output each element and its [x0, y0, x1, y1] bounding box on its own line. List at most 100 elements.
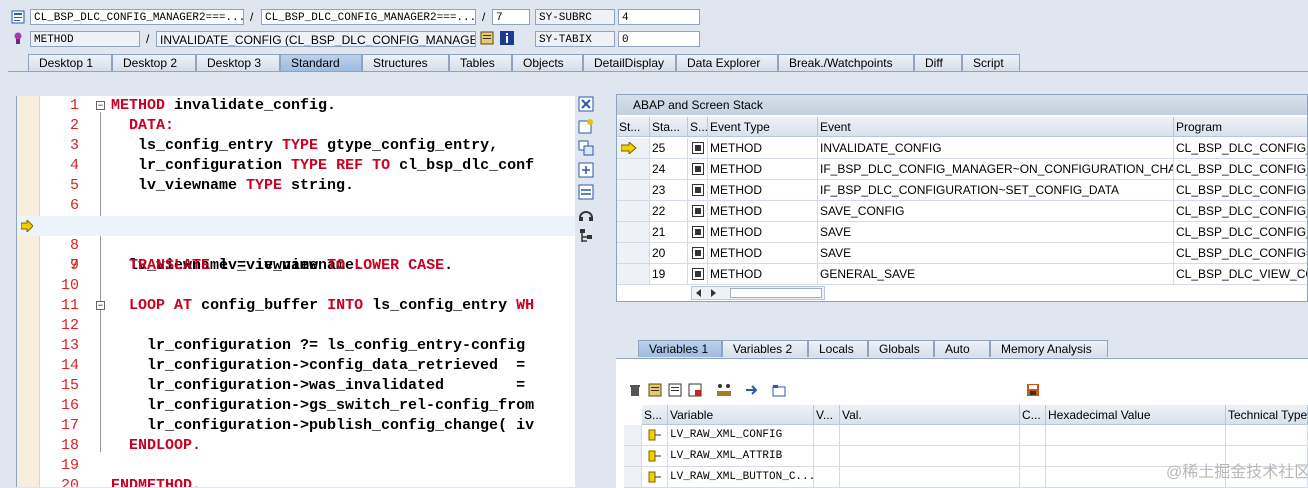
save-vars-icon[interactable]: [688, 383, 702, 397]
hierarchy-icon[interactable]: [716, 383, 732, 397]
line-number: 14: [60, 357, 79, 374]
close-icon[interactable]: [578, 96, 594, 112]
code-editor[interactable]: 1− METHOD invalidate_config. 2 DATA: 3 ls…: [16, 96, 575, 487]
row-event-type: METHOD: [708, 201, 818, 222]
col-header-program[interactable]: Program: [1174, 117, 1307, 137]
program-field-1[interactable]: CL_BSP_DLC_CONFIG_MANAGER2===...: [30, 9, 244, 25]
keyword: LOWER: [354, 257, 400, 274]
tab-breakpoints[interactable]: Break./Watchpoints: [778, 54, 914, 71]
tab-tables[interactable]: Tables: [449, 54, 512, 71]
var-col-hex[interactable]: Hexadecimal Value: [1046, 405, 1226, 425]
keyword: WH: [516, 297, 535, 314]
tab-locals[interactable]: Locals: [808, 340, 868, 357]
code-text: METHOD invalidate_config.: [111, 97, 337, 114]
tab-variables-1[interactable]: Variables 1: [638, 340, 722, 357]
row-selector[interactable]: [624, 425, 642, 446]
stack-scrollbar[interactable]: [691, 286, 825, 300]
code-line: 5 lv_viewname TYPE string.: [17, 176, 575, 196]
var-col-value[interactable]: Val.: [840, 405, 1020, 425]
event-name-field[interactable]: INVALIDATE_CONFIG (CL_BSP_DLC_CONFIG_MAN…: [156, 31, 476, 47]
fold-toggle[interactable]: −: [96, 101, 105, 110]
abap-stack-panel: ABAP and Screen Stack St... Sta... S... …: [616, 94, 1308, 302]
var-name: LV_RAW_XML_CONFIG: [668, 425, 814, 446]
navigate-icon[interactable]: [744, 383, 760, 397]
tab-auto[interactable]: Auto: [934, 340, 990, 357]
tab-desktop-1[interactable]: Desktop 1: [28, 54, 112, 71]
code-line: 10: [17, 276, 575, 296]
row-event-type: METHOD: [708, 180, 818, 201]
row-state-cell: [617, 180, 650, 201]
keyword: ENDMETHOD: [111, 477, 193, 487]
scroll-thumb[interactable]: [730, 288, 822, 298]
folder-icon[interactable]: [772, 383, 786, 397]
tab-objects[interactable]: Objects: [512, 54, 583, 71]
row-level: 22: [650, 201, 688, 222]
line-number: 8: [69, 237, 79, 254]
col-header-level[interactable]: Sta...: [650, 117, 688, 137]
scroll-left-icon[interactable]: [694, 288, 704, 298]
line-number: 6: [69, 197, 79, 214]
line-number: 13: [60, 337, 79, 354]
var-col-c[interactable]: C...: [1020, 405, 1046, 425]
tab-memory-analysis[interactable]: Memory Analysis: [990, 340, 1108, 357]
tree-icon[interactable]: [578, 228, 594, 244]
var-col-status[interactable]: S...: [642, 405, 668, 425]
var-col-variable[interactable]: Variable: [668, 405, 814, 425]
info-icon[interactable]: [500, 31, 514, 45]
tab-globals[interactable]: Globals: [868, 340, 934, 357]
row-level: 25: [650, 138, 688, 159]
var-v: [814, 467, 840, 488]
services-icon[interactable]: [578, 206, 594, 222]
current-code-line: 7 lv_viewname = iv_viewname.: [17, 216, 575, 274]
import-icon[interactable]: [648, 383, 662, 397]
col-header-event[interactable]: Event: [818, 117, 1174, 137]
line-number: 11: [60, 297, 79, 314]
var-col-v[interactable]: V...: [814, 405, 840, 425]
new-tool-icon[interactable]: [578, 118, 594, 134]
row-selector[interactable]: [624, 446, 642, 467]
code-line: 15 lr_configuration->was_invalidated =: [17, 376, 575, 396]
row-method-icon-cell: [688, 180, 708, 201]
program-field-2[interactable]: CL_BSP_DLC_CONFIG_MANAGER2===...: [261, 9, 476, 25]
tab-structures[interactable]: Structures: [362, 54, 449, 71]
disk-icon[interactable]: [1026, 383, 1040, 397]
tab-standard[interactable]: Standard: [280, 54, 362, 71]
var-v: [814, 425, 840, 446]
var-v: [814, 446, 840, 467]
sys-val-field-1[interactable]: 4: [618, 9, 700, 25]
tab-variables-2[interactable]: Variables 2: [722, 340, 808, 357]
tab-desktop-3[interactable]: Desktop 3: [196, 54, 280, 71]
col-header-event-type[interactable]: Event Type: [708, 117, 818, 137]
keyword: CASE: [408, 257, 445, 274]
row-program: CL_BSP_DLC_CONFIG_O: [1174, 222, 1307, 243]
delete-icon[interactable]: [628, 383, 642, 397]
sys-var-field-2[interactable]: SY-TABIX: [535, 31, 615, 47]
var-col-technical-type[interactable]: Technical Type: [1226, 405, 1308, 425]
method-type-icon: [692, 205, 704, 217]
row-selector[interactable]: [624, 467, 642, 488]
event-type-field[interactable]: METHOD: [30, 31, 140, 47]
replace-tool-icon[interactable]: [578, 140, 594, 156]
scroll-right-icon[interactable]: [708, 288, 718, 298]
row-event: IF_BSP_DLC_CONFIG_MANAGER~ON_CONFIGURATI…: [818, 159, 1174, 180]
swap-icon[interactable]: [578, 184, 594, 200]
tab-detail-display[interactable]: DetailDisplay: [583, 54, 676, 71]
source-icon[interactable]: [480, 31, 494, 45]
tab-data-explorer[interactable]: Data Explorer: [676, 54, 778, 71]
maximize-icon[interactable]: [578, 162, 594, 178]
method-type-icon: [692, 184, 704, 196]
col-header-state[interactable]: St...: [617, 117, 650, 137]
sys-val-field-2[interactable]: 0: [618, 31, 700, 47]
sys-var-field-1[interactable]: SY-SUBRC: [535, 9, 615, 25]
fold-toggle[interactable]: −: [96, 301, 105, 310]
tab-desktop-2[interactable]: Desktop 2: [112, 54, 196, 71]
tab-script[interactable]: Script: [962, 54, 1020, 71]
code-line: 18 ENDLOOP.: [17, 436, 575, 456]
line-number: 19: [60, 457, 79, 474]
col-header-s[interactable]: S...: [688, 117, 708, 137]
line-field[interactable]: 7: [492, 9, 530, 25]
row-program: CL_BSP_DLC_VIEW_CON: [1174, 264, 1307, 285]
export-icon[interactable]: [668, 383, 682, 397]
tab-diff[interactable]: Diff: [914, 54, 962, 71]
keyword: INTO: [327, 297, 364, 314]
